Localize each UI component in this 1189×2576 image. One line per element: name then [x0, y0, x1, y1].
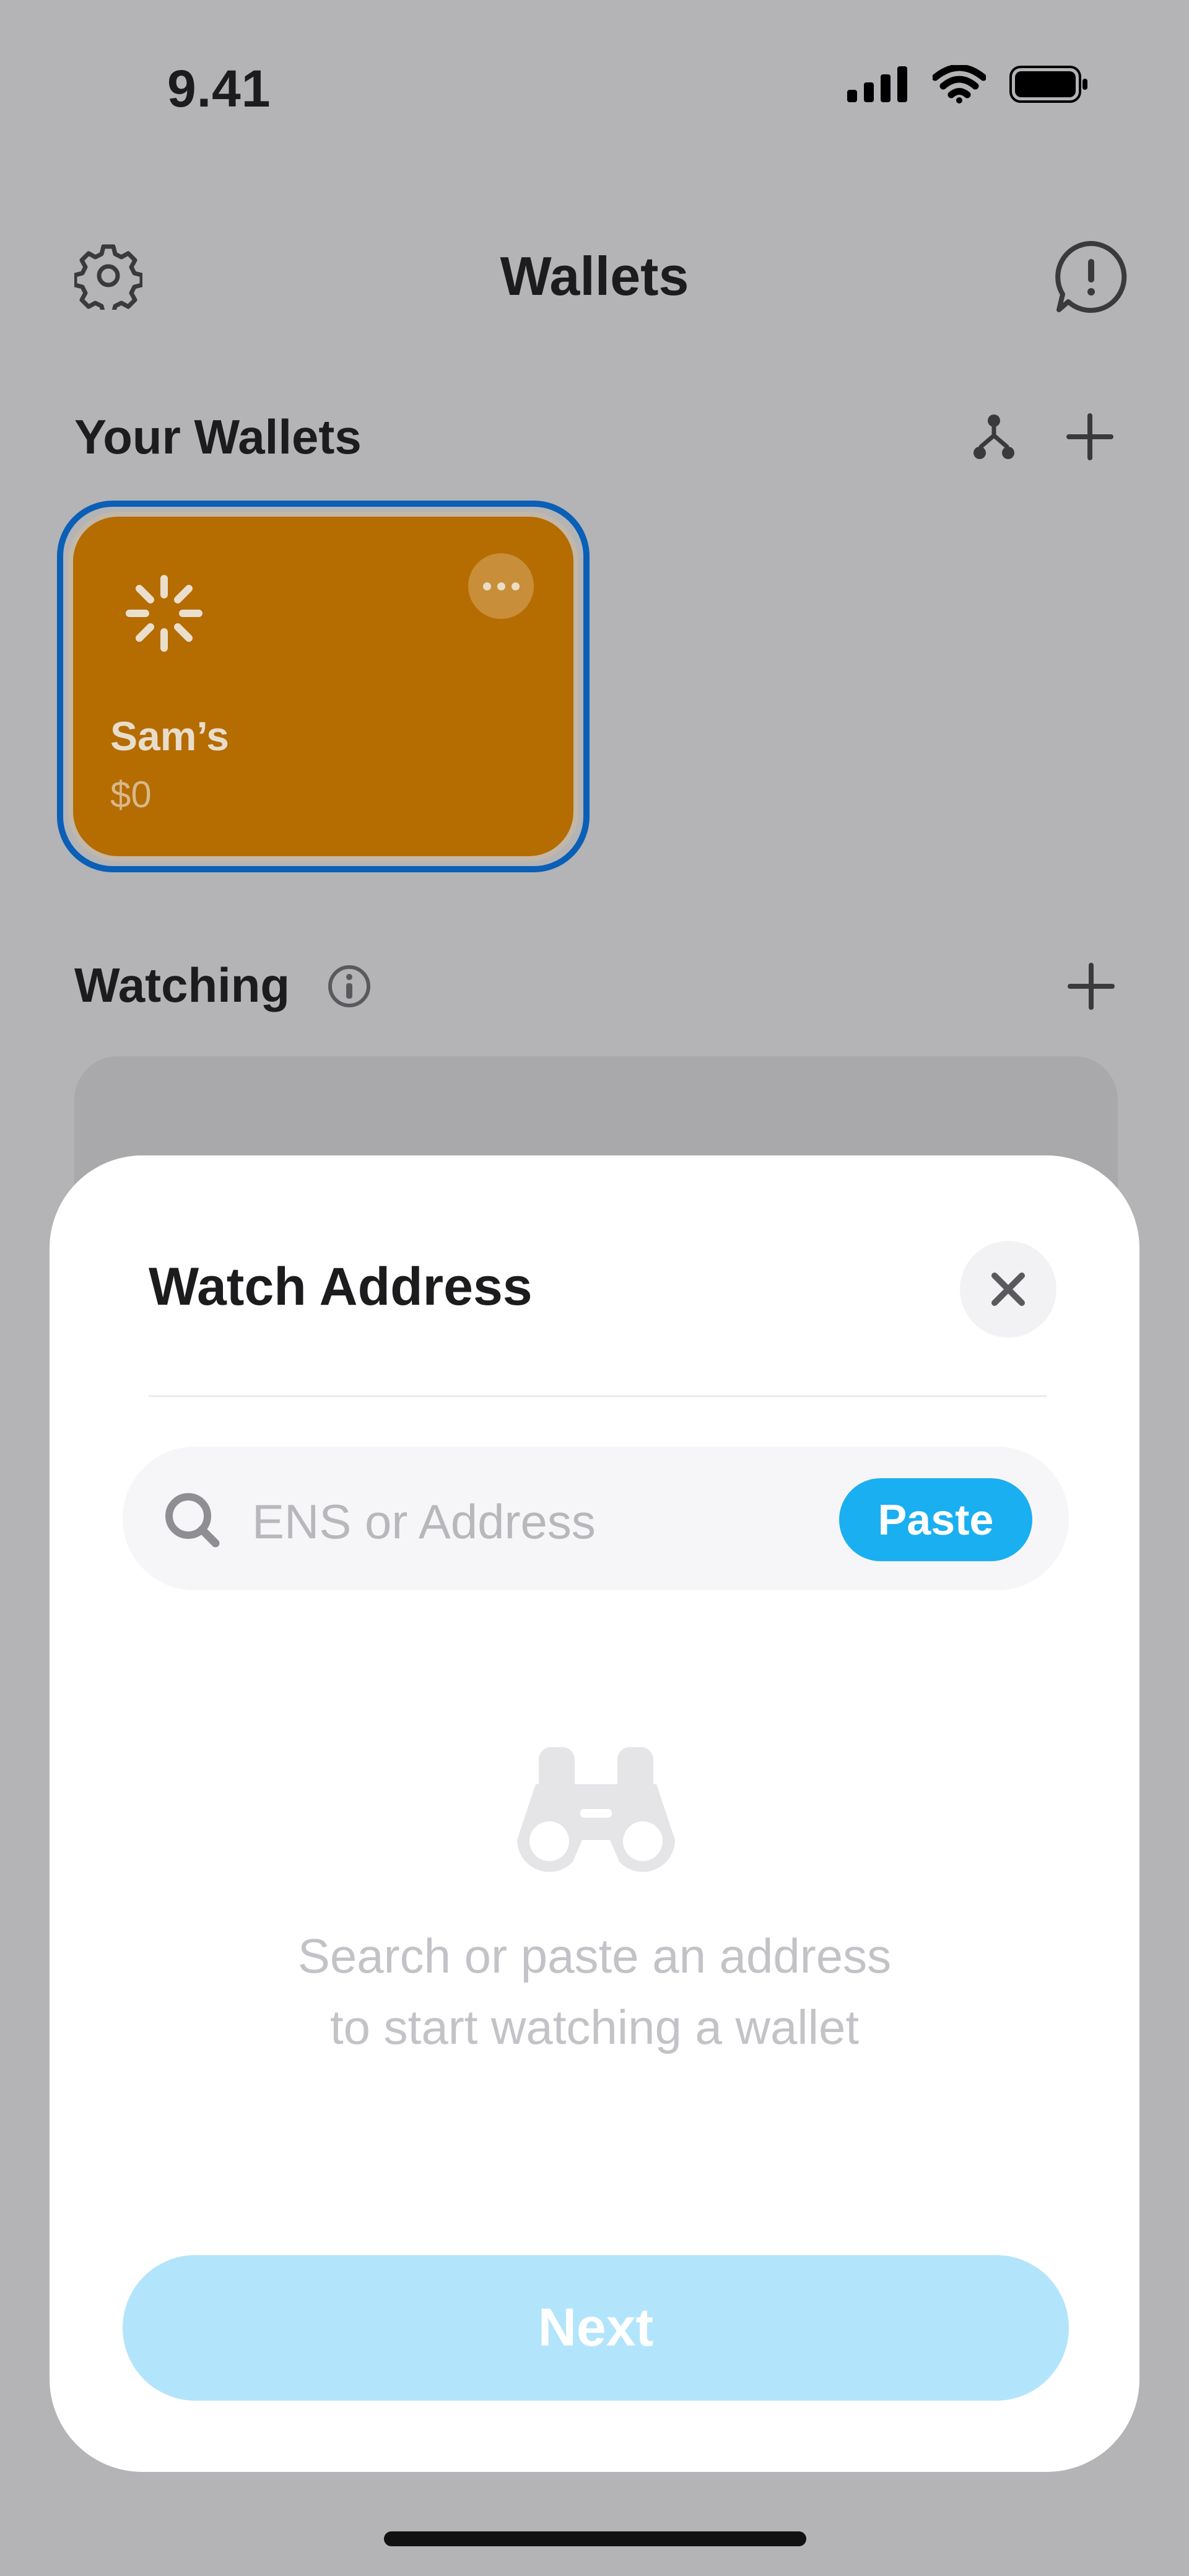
signal-icon	[847, 66, 907, 102]
watching-heading: Watching	[74, 958, 290, 1012]
feedback-icon[interactable]	[1053, 239, 1130, 316]
loading-spinner-icon	[126, 575, 203, 652]
add-wallet-plus-icon[interactable]	[1065, 412, 1115, 462]
status-time: 9.41	[167, 59, 271, 118]
empty-state-line-1: Search or paste an address	[297, 1929, 892, 1983]
wallet-balance: $0	[110, 774, 152, 815]
close-icon	[991, 1273, 1025, 1306]
more-dot-icon	[482, 582, 491, 590]
more-dot-icon	[511, 582, 520, 590]
empty-state-line-2: to start watching a wallet	[329, 2000, 860, 2054]
status-icons	[847, 65, 1090, 103]
search-icon	[165, 1493, 220, 1548]
empty-state-message: Search or paste an address to start watc…	[211, 1921, 978, 2063]
wallet-options-button[interactable]	[468, 553, 534, 619]
binoculars-icon	[517, 1747, 675, 1872]
home-indicator[interactable]	[384, 2531, 806, 2546]
more-dot-icon	[497, 582, 505, 590]
sheet-title: Watch Address	[149, 1257, 533, 1316]
close-button[interactable]	[960, 1241, 1056, 1338]
branch-icon[interactable]	[972, 412, 1016, 462]
address-search-input[interactable]	[251, 1474, 798, 1569]
wifi-icon	[933, 65, 986, 103]
page-title: Wallets	[500, 245, 689, 307]
wallet-name: Sam’s	[110, 713, 230, 759]
your-wallets-heading: Your Wallets	[74, 410, 362, 464]
sheet-divider	[149, 1395, 1047, 1397]
info-icon[interactable]	[327, 964, 372, 1009]
add-watch-plus-icon[interactable]	[1066, 962, 1116, 1011]
battery-icon	[1009, 66, 1087, 103]
paste-button[interactable]: Paste	[839, 1478, 1032, 1561]
next-button[interactable]: Next	[123, 2255, 1069, 2401]
